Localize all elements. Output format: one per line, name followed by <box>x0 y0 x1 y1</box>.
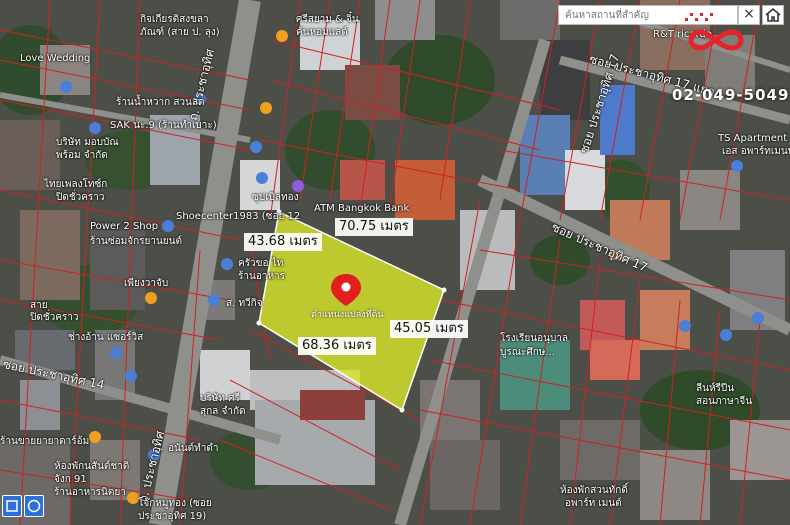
logo-icon <box>680 10 766 60</box>
plot-caption: ตำแหน่งแปลงที่ดิน <box>311 310 384 320</box>
plot-bottom-side-length: 68.36 เมตร <box>298 337 376 355</box>
circle-tool-icon[interactable] <box>24 495 44 517</box>
square-tool-icon[interactable] <box>2 495 22 517</box>
plot-top-side-length: 70.75 เมตร <box>335 218 413 236</box>
plot-left-side-length: 43.68 เมตร <box>244 233 322 251</box>
plot-right-side-length: 45.05 เมตร <box>390 320 468 338</box>
phone-number: 02-049-5049 <box>672 86 790 104</box>
